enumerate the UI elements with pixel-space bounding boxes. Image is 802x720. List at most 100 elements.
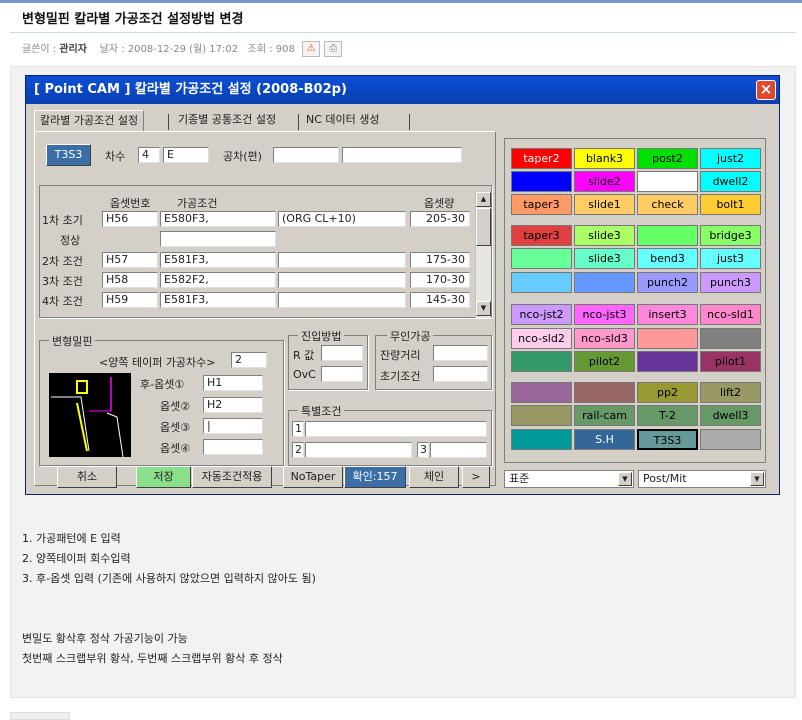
offset-amount-input[interactable]: 170-30 bbox=[410, 272, 470, 288]
special-row2-input[interactable] bbox=[305, 442, 412, 458]
chevron-down-icon[interactable]: ▼ bbox=[750, 472, 764, 486]
offset-input[interactable]: H2 bbox=[203, 397, 263, 413]
color-cell[interactable] bbox=[637, 328, 698, 349]
color-cell[interactable]: nco-sld1 bbox=[700, 304, 761, 325]
color-cell[interactable] bbox=[511, 382, 572, 403]
color-cell[interactable]: slide3 bbox=[574, 248, 635, 269]
color-cell[interactable]: taper3 bbox=[511, 194, 572, 215]
tab-nc-data[interactable]: NC 데이터 생성 bbox=[301, 110, 385, 132]
color-cell[interactable]: just2 bbox=[700, 148, 761, 169]
scroll-up-icon[interactable]: ▲ bbox=[476, 192, 491, 207]
taper-count-input[interactable]: 2 bbox=[231, 352, 267, 368]
tab-color-conditions[interactable]: 칼라별 가공조건 설정 bbox=[34, 110, 145, 132]
color-cell[interactable] bbox=[511, 248, 572, 269]
offset-no-input[interactable]: H56 bbox=[102, 211, 158, 227]
standard-select[interactable]: 표준 ▼ bbox=[504, 470, 634, 488]
color-cell[interactable]: bend3 bbox=[637, 248, 698, 269]
tab-common-conditions[interactable]: 기종별 공통조건 설정 bbox=[173, 110, 281, 132]
cancel-button[interactable]: 취소 bbox=[57, 466, 117, 488]
scroll-thumb[interactable] bbox=[476, 208, 491, 246]
offset-no-input[interactable]: H58 bbox=[102, 272, 158, 288]
color-cell[interactable] bbox=[637, 351, 698, 372]
scroll-down-icon[interactable]: ▼ bbox=[476, 301, 491, 316]
offset-no-input[interactable]: H59 bbox=[102, 292, 158, 308]
tolerance-input-1[interactable] bbox=[273, 147, 339, 163]
color-cell[interactable] bbox=[700, 328, 761, 349]
offset-amount-input[interactable]: 175-30 bbox=[410, 252, 470, 268]
color-cell[interactable]: S.H bbox=[574, 429, 635, 450]
color-cell[interactable]: slide3 bbox=[574, 225, 635, 246]
color-cell[interactable] bbox=[574, 382, 635, 403]
color-cell[interactable]: pp2 bbox=[637, 382, 698, 403]
condition-input[interactable]: E581F3, bbox=[160, 252, 276, 268]
offset-no-input[interactable]: H57 bbox=[102, 252, 158, 268]
chevron-down-icon[interactable]: ▼ bbox=[618, 472, 632, 486]
window-titlebar[interactable]: [ Point CAM ] 칼라별 가공조건 설정 (2008-B02p) bbox=[26, 76, 779, 104]
remain-distance-input[interactable] bbox=[433, 345, 488, 361]
init-condition-input[interactable] bbox=[433, 366, 488, 382]
color-cell[interactable] bbox=[511, 351, 572, 372]
save-button[interactable]: 저장 bbox=[136, 466, 191, 488]
color-cell[interactable]: T-2 bbox=[637, 405, 698, 426]
color-cell[interactable]: insert3 bbox=[637, 304, 698, 325]
color-cell[interactable]: rail-cam bbox=[574, 405, 635, 426]
chasu-letter-input[interactable]: E bbox=[163, 147, 209, 163]
color-cell[interactable]: nco-sld2 bbox=[511, 328, 572, 349]
offset-amount-input[interactable]: 145-30 bbox=[410, 292, 470, 308]
offset-amount-input[interactable]: 205-30 bbox=[410, 211, 470, 227]
condition-input[interactable]: E582F2, bbox=[160, 272, 276, 288]
special-row3-input[interactable] bbox=[430, 442, 487, 458]
auto-condition-button[interactable]: 자동조건적용 bbox=[192, 466, 272, 488]
condition-input[interactable]: E580F3, bbox=[160, 211, 276, 227]
special-row1-input[interactable] bbox=[305, 421, 487, 437]
color-cell[interactable]: punch3 bbox=[700, 272, 761, 293]
color-cell[interactable]: nco-jst2 bbox=[511, 304, 572, 325]
color-cell[interactable] bbox=[700, 429, 761, 450]
color-cell[interactable]: pilot1 bbox=[700, 351, 761, 372]
color-cell[interactable]: dwell2 bbox=[700, 171, 761, 192]
author-name[interactable]: 관리자 bbox=[59, 44, 87, 55]
color-cell[interactable]: pilot2 bbox=[574, 351, 635, 372]
window-close-button[interactable]: × bbox=[756, 80, 776, 100]
condition-input[interactable]: E581F3, bbox=[160, 292, 276, 308]
extra-condition-input[interactable] bbox=[278, 292, 406, 308]
color-cell[interactable]: blank3 bbox=[574, 148, 635, 169]
notaper-button[interactable]: NoTaper bbox=[283, 466, 343, 488]
color-cell[interactable]: slide1 bbox=[574, 194, 635, 215]
color-cell[interactable] bbox=[637, 171, 698, 192]
mode-button[interactable]: T3S3 bbox=[46, 144, 91, 166]
color-cell[interactable]: bolt1 bbox=[700, 194, 761, 215]
color-cell[interactable] bbox=[511, 405, 572, 426]
color-cell[interactable]: just3 bbox=[700, 248, 761, 269]
tolerance-input-2[interactable] bbox=[342, 147, 462, 163]
color-cell[interactable]: dwell3 bbox=[700, 405, 761, 426]
color-cell[interactable]: taper2 bbox=[511, 148, 572, 169]
color-cell[interactable]: lift2 bbox=[700, 382, 761, 403]
confirm-button[interactable]: 확인:157 bbox=[344, 466, 406, 488]
post-mit-select[interactable]: Post/Mit ▼ bbox=[638, 470, 766, 488]
r-value-input[interactable] bbox=[321, 345, 363, 361]
offset-input[interactable]: H1 bbox=[203, 375, 263, 391]
extra-condition-input[interactable] bbox=[278, 272, 406, 288]
color-cell[interactable]: taper3 bbox=[511, 225, 572, 246]
extra-condition-input[interactable]: (ORG CL+10) bbox=[278, 211, 406, 227]
color-cell[interactable]: bridge3 bbox=[700, 225, 761, 246]
alert-icon[interactable]: ⚠ bbox=[302, 41, 321, 57]
table-scrollbar[interactable]: ▲ ▼ bbox=[475, 192, 491, 318]
offset-input[interactable] bbox=[203, 439, 263, 455]
extra-condition-input[interactable] bbox=[278, 252, 406, 268]
color-cell[interactable] bbox=[574, 272, 635, 293]
ovc-input[interactable] bbox=[321, 366, 363, 382]
offset-input[interactable]: | bbox=[203, 418, 263, 434]
next-button[interactable]: > bbox=[462, 466, 490, 488]
print-icon[interactable]: ⎙ bbox=[324, 41, 343, 57]
color-cell[interactable] bbox=[637, 225, 698, 246]
color-cell[interactable]: check bbox=[637, 194, 698, 215]
color-cell[interactable]: nco-jst3 bbox=[574, 304, 635, 325]
condition-input[interactable] bbox=[160, 231, 276, 247]
color-cell[interactable]: punch2 bbox=[637, 272, 698, 293]
color-cell[interactable]: nco-sld3 bbox=[574, 328, 635, 349]
color-cell[interactable]: post2 bbox=[637, 148, 698, 169]
color-cell[interactable]: slide2 bbox=[574, 171, 635, 192]
color-cell[interactable] bbox=[511, 429, 572, 450]
